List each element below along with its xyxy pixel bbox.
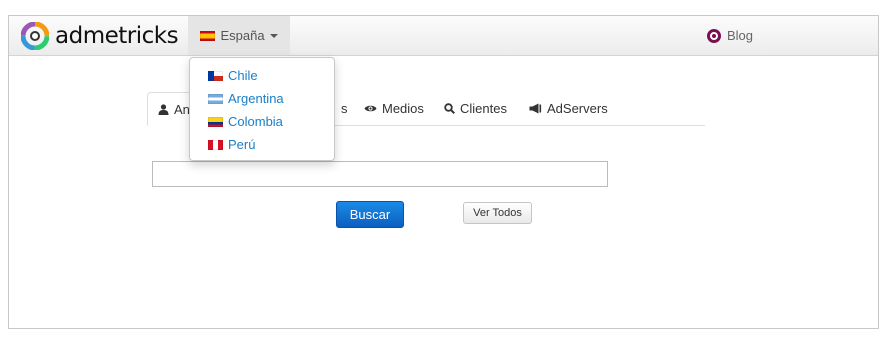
spain-flag-icon — [200, 30, 216, 41]
search-button[interactable]: Buscar — [336, 201, 404, 228]
dropdown-item-peru[interactable]: Perú — [190, 133, 334, 156]
tab-clientes[interactable]: Clientes — [444, 92, 507, 125]
country-label: España — [220, 28, 265, 43]
dropdown-item-colombia[interactable]: Colombia — [190, 110, 334, 133]
dropdown-item-label: Colombia — [228, 114, 283, 129]
brand-name: admetricks — [55, 23, 179, 49]
search-icon — [444, 103, 455, 114]
colombia-flag-icon — [208, 116, 223, 127]
admetricks-logo-icon — [21, 22, 49, 50]
megaphone-icon — [529, 103, 542, 114]
tab-label: Medios — [382, 101, 424, 116]
eye-icon — [364, 105, 377, 112]
blog-link[interactable]: Blog — [707, 28, 753, 43]
tab-label: AdServers — [547, 101, 608, 116]
argentina-flag-icon — [208, 93, 223, 104]
country-dropdown-toggle[interactable]: España — [188, 16, 290, 55]
blog-icon — [707, 28, 721, 43]
tab-label: Clientes — [460, 101, 507, 116]
peru-flag-icon — [208, 139, 223, 150]
dropdown-item-label: Perú — [228, 137, 256, 152]
dropdown-item-label: Argentina — [228, 91, 284, 106]
app-frame: admetricks España Blog An s Medios Clien… — [8, 15, 879, 329]
dropdown-item-label: Chile — [228, 68, 258, 83]
tab-label: An — [174, 101, 190, 117]
brand-logo[interactable]: admetricks — [21, 21, 179, 51]
view-all-button[interactable]: Ver Todos — [463, 202, 532, 224]
dropdown-item-argentina[interactable]: Argentina — [190, 87, 334, 110]
tab-hidden[interactable]: s — [341, 92, 348, 125]
user-icon — [158, 103, 169, 115]
blog-label: Blog — [727, 28, 754, 43]
top-navbar: admetricks España Blog — [9, 16, 878, 56]
tab-label: s — [341, 101, 348, 116]
country-dropdown-menu: Chile Argentina Colombia Perú — [189, 57, 335, 161]
chile-flag-icon — [208, 70, 223, 81]
tab-medios[interactable]: Medios — [364, 92, 424, 125]
search-input[interactable] — [152, 161, 608, 187]
dropdown-item-chile[interactable]: Chile — [190, 64, 334, 87]
tab-adservers[interactable]: AdServers — [529, 92, 608, 125]
caret-down-icon — [269, 33, 278, 38]
